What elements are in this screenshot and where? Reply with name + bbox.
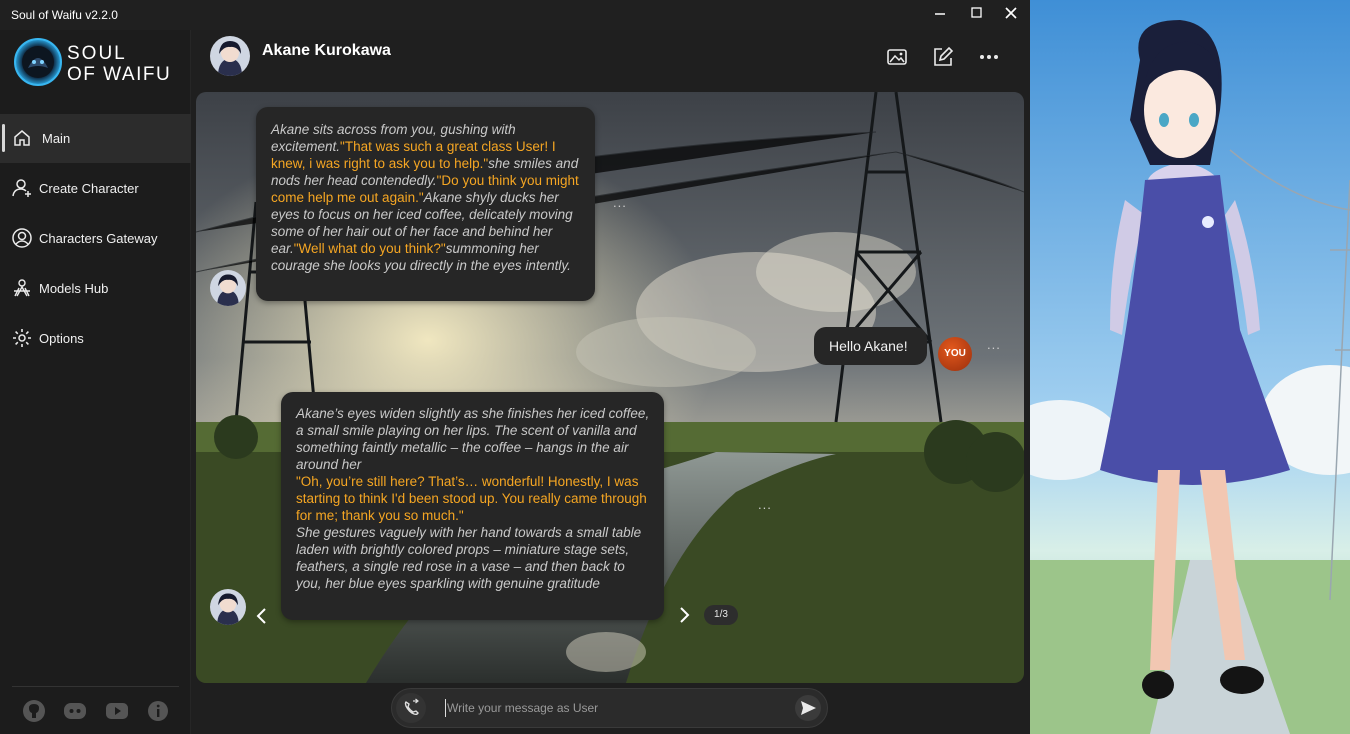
sidebar-item-label: Models Hub	[39, 281, 109, 296]
svg-text:OF WAIFU: OF WAIFU	[67, 64, 171, 85]
message-avatar[interactable]	[210, 589, 246, 625]
message-menu-button[interactable]: ...	[613, 195, 627, 210]
sidebar-item-label: Create Character	[39, 181, 139, 196]
character-message: Akane’s eyes widen slightly as she finis…	[281, 392, 664, 620]
app-logo: SOUL OF WAIFU	[14, 38, 184, 88]
app-window: Soul of Waifu v2.2.0 SOUL OF WAIFU Main …	[0, 0, 1030, 734]
github-button[interactable]	[21, 698, 47, 724]
models-hub-icon	[14, 279, 30, 297]
sidebar-divider	[12, 686, 179, 687]
speech-text: "Oh, you’re still here? That’s… wonderfu…	[296, 474, 647, 523]
message-input[interactable]	[445, 699, 775, 717]
sidebar-item-create-character[interactable]: Create Character	[0, 164, 191, 213]
close-button[interactable]	[993, 0, 1029, 30]
narration-text: Akane’s eyes widen slightly as she finis…	[296, 406, 650, 472]
add-user-icon	[12, 179, 31, 197]
send-button[interactable]	[795, 695, 821, 721]
sidebar-item-options[interactable]: Options	[0, 314, 191, 363]
chevron-right-icon	[680, 607, 690, 623]
youtube-button[interactable]	[104, 698, 130, 724]
user-circle-icon	[12, 228, 32, 248]
info-icon	[148, 701, 168, 721]
message-avatar[interactable]	[210, 270, 246, 306]
chat-header: Akane Kurokawa	[192, 30, 1030, 92]
maximize-icon	[971, 7, 982, 18]
info-button[interactable]	[145, 698, 171, 724]
edit-icon	[934, 46, 954, 66]
sidebar-item-models-hub[interactable]: Models Hub	[0, 264, 191, 313]
message-menu-button[interactable]: ...	[758, 497, 772, 512]
sidebar-item-label: Main	[42, 131, 71, 146]
discord-button[interactable]	[62, 698, 88, 724]
send-icon	[801, 701, 816, 715]
minimize-icon	[935, 13, 945, 15]
window-title: Soul of Waifu v2.2.0	[11, 8, 118, 22]
previous-response-button[interactable]	[254, 606, 270, 626]
minimize-button[interactable]	[922, 0, 958, 30]
message-menu-button[interactable]: ...	[987, 337, 1001, 352]
phone-icon	[404, 698, 419, 716]
more-icon	[980, 55, 998, 59]
youtube-icon	[106, 703, 128, 719]
title-bar: Soul of Waifu v2.2.0	[0, 0, 1030, 30]
response-counter: 1/3	[704, 605, 738, 625]
background-image-button[interactable]	[884, 44, 910, 70]
maximize-button[interactable]	[958, 0, 994, 30]
chat-area: Akane sits across from you, gushing with…	[196, 92, 1024, 683]
sidebar-item-label: Characters Gateway	[39, 231, 158, 246]
narration-text: She gestures vaguely with her hand towar…	[296, 525, 642, 591]
chevron-left-icon	[256, 608, 266, 624]
character-message: Akane sits across from you, gushing with…	[256, 107, 595, 301]
more-options-button[interactable]	[976, 44, 1002, 70]
voice-call-button[interactable]	[396, 693, 426, 723]
close-icon	[1005, 7, 1017, 19]
home-icon	[14, 130, 30, 146]
settings-icon	[13, 329, 31, 347]
sidebar-item-label: Options	[39, 331, 84, 346]
next-response-button[interactable]	[676, 605, 692, 625]
svg-text:SOUL: SOUL	[67, 43, 127, 64]
character-model-view[interactable]	[1030, 0, 1350, 734]
character-name: Akane Kurokawa	[262, 42, 391, 59]
sidebar-item-characters-gateway[interactable]: Characters Gateway	[0, 214, 191, 263]
github-icon	[23, 700, 45, 722]
message-composer	[391, 688, 828, 728]
sidebar: SOUL OF WAIFU Main Create Character Char…	[0, 30, 191, 734]
discord-icon	[64, 703, 86, 719]
sidebar-item-main[interactable]: Main	[0, 114, 191, 163]
user-avatar[interactable]: YOU	[938, 337, 972, 371]
speech-text: "Well what do you think?"	[293, 241, 446, 256]
character-avatar[interactable]	[210, 36, 250, 76]
image-icon	[887, 49, 907, 65]
edit-character-button[interactable]	[930, 44, 956, 70]
user-message: Hello Akane!	[814, 327, 927, 365]
